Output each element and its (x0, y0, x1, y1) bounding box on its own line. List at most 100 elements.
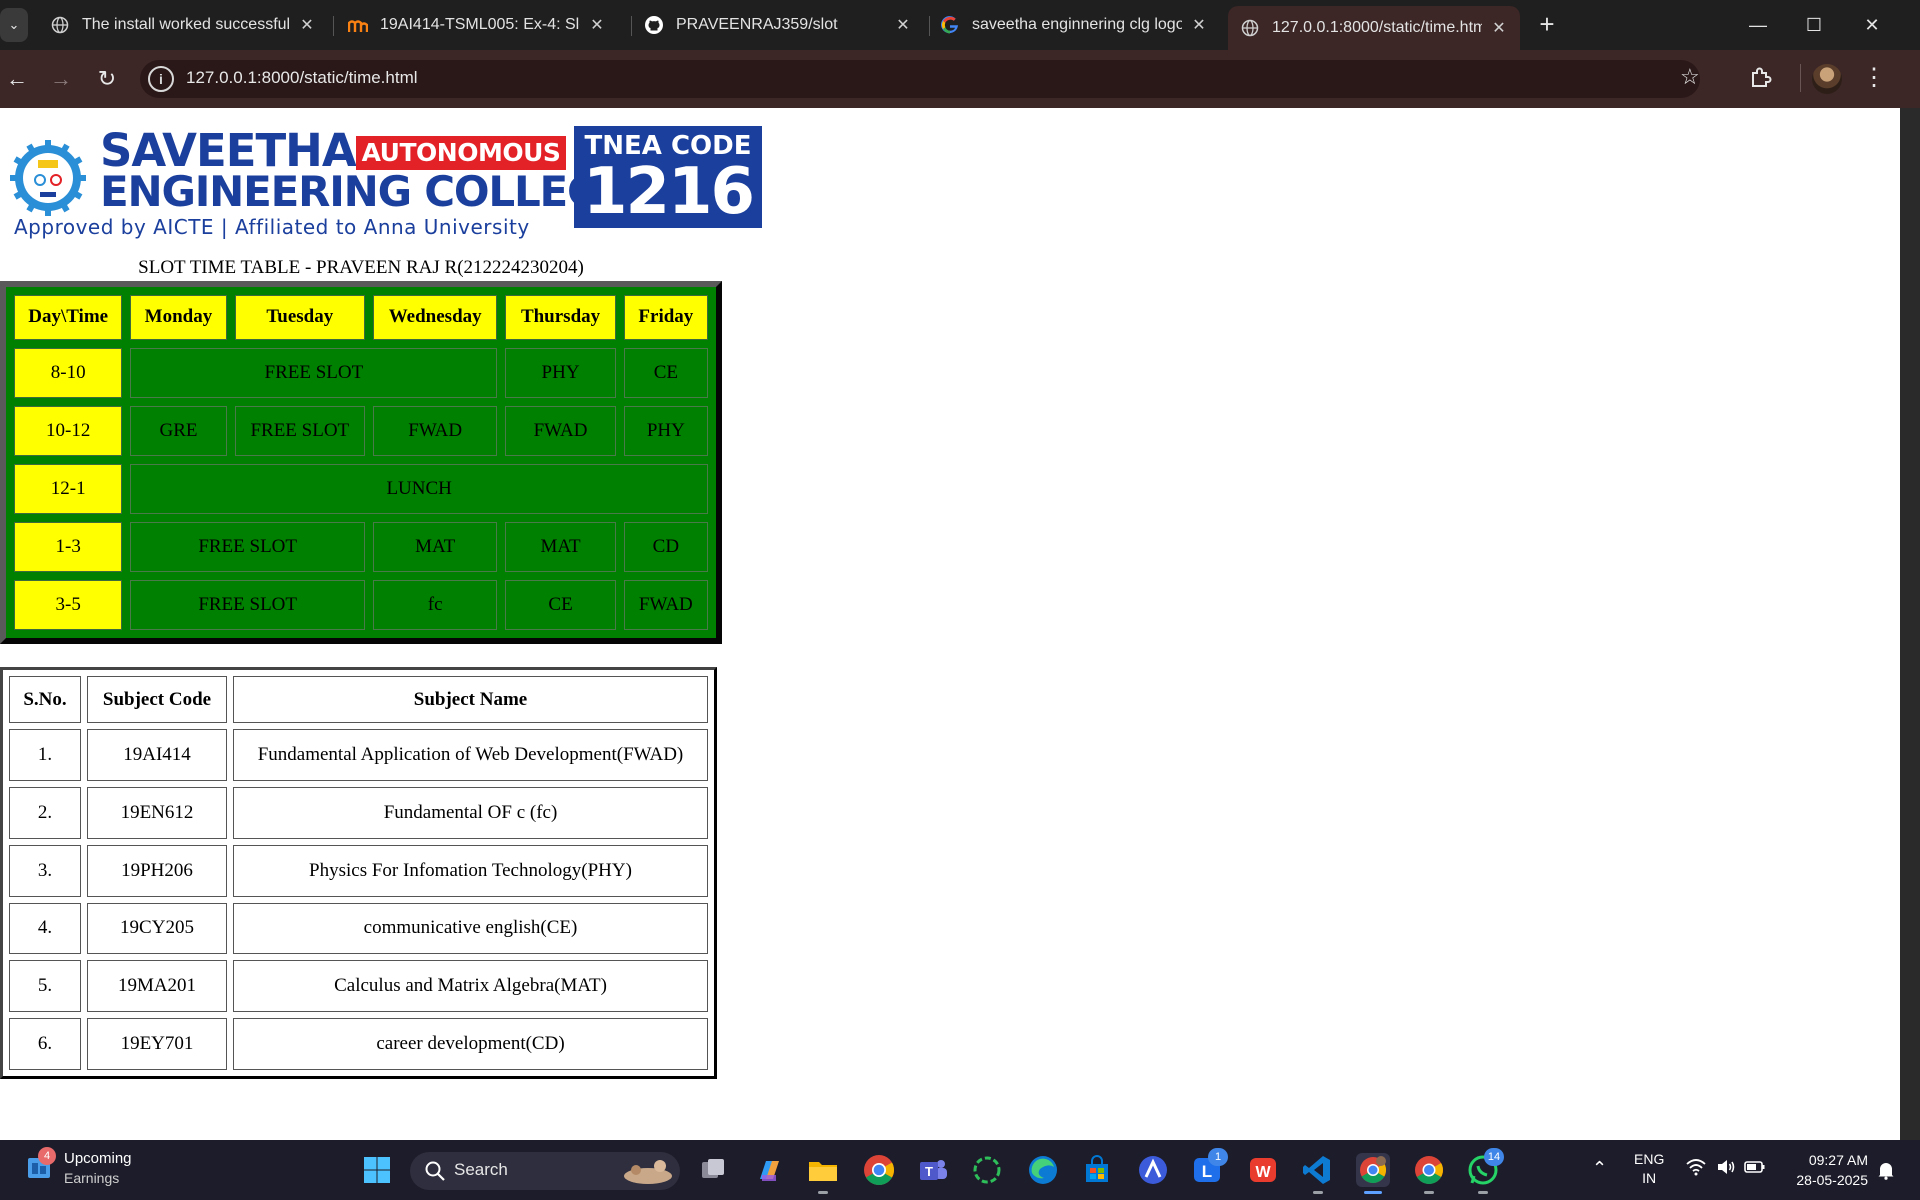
subject-sno-cell: 4. (9, 902, 81, 955)
task-view-icon[interactable] (696, 1153, 730, 1187)
moodle-icon (348, 15, 368, 35)
new-tab-button[interactable]: + (1532, 10, 1562, 40)
tab-install-worked[interactable]: The install worked successfully! ✕ (38, 6, 328, 44)
subject-code-cell: 19EN612 (87, 786, 227, 839)
time-slot-cell: 12-1 (14, 463, 123, 514)
timetable-row: 3-5 FREE SLOT fc CE FWAD (14, 579, 708, 630)
tnea-code: 1216 (582, 155, 755, 229)
subject-sno-cell: 6. (9, 1018, 81, 1070)
class-slot-cell: CE (623, 347, 708, 398)
subject-header-row: S.No. Subject Code Subject Name (9, 676, 708, 724)
news-widget-subtitle[interactable]: Earnings (64, 1170, 119, 1186)
browser-menu-icon[interactable]: ⋮ (1862, 62, 1886, 96)
copilot-icon[interactable] (752, 1153, 786, 1187)
college-logo: SAVEETHA AUTONOMOUS ENGINEERING COLLEGE … (10, 124, 762, 238)
page-viewport: SAVEETHA AUTONOMOUS ENGINEERING COLLEGE … (0, 108, 1900, 1140)
teams-icon[interactable]: T (916, 1153, 950, 1187)
class-slot-cell: CD (623, 521, 708, 572)
close-window-button[interactable]: ✕ (1852, 8, 1892, 42)
close-tab-icon[interactable]: ✕ (298, 15, 316, 35)
active-app-indicator (1364, 1191, 1382, 1194)
subject-name-cell: Fundamental Application of Web Developme… (233, 729, 708, 781)
system-clock[interactable]: 09:27 AM 28-05-2025 (1782, 1150, 1868, 1190)
subject-sno-cell: 5. (9, 960, 81, 1013)
chrome-icon[interactable] (862, 1153, 896, 1187)
start-icon[interactable] (360, 1153, 394, 1187)
tab-title: The install worked successfully! (82, 16, 290, 33)
header-tuesday: Tuesday (234, 295, 365, 340)
logo-autonomous-badge: AUTONOMOUS (356, 136, 566, 170)
close-tab-icon[interactable]: ✕ (588, 15, 606, 35)
wps-icon[interactable]: W (1246, 1153, 1280, 1187)
class-slot-cell: FREE SLOT (234, 405, 365, 456)
address-url[interactable]: 127.0.0.1:8000/static/time.html (186, 68, 418, 88)
extensions-icon[interactable] (1748, 64, 1774, 90)
subject-code-cell: 19CY205 (87, 902, 227, 955)
sync-icon[interactable] (970, 1153, 1004, 1187)
vscode-icon[interactable] (1300, 1153, 1334, 1187)
arc-icon[interactable] (1136, 1153, 1170, 1187)
subject-row: 2. 19EN612 Fundamental OF c (fc) (9, 786, 708, 839)
class-slot-cell: FREE SLOT (130, 521, 365, 572)
volume-icon[interactable] (1716, 1158, 1736, 1181)
profile-avatar[interactable] (1812, 64, 1842, 94)
header-thursday: Thursday (505, 295, 616, 340)
bookmark-star-icon[interactable]: ☆ (1680, 64, 1700, 90)
input-language[interactable]: ENG IN (1634, 1150, 1664, 1188)
close-tab-icon[interactable]: ✕ (1490, 18, 1508, 38)
class-slot-cell: PHY (623, 405, 708, 456)
wifi-icon[interactable] (1686, 1158, 1706, 1181)
running-indicator (1424, 1191, 1434, 1194)
timetable-row: 8-10 FREE SLOT PHY CE (14, 347, 708, 398)
back-button[interactable]: ← (0, 62, 34, 96)
clock-time: 09:27 AM (1808, 1152, 1868, 1168)
reload-button[interactable]: ↻ (90, 62, 124, 96)
class-slot-cell: fc (373, 579, 498, 630)
subject-name-cell: career development(CD) (233, 1018, 708, 1070)
time-slot-cell: 1-3 (14, 521, 123, 572)
svg-text:L: L (1202, 1162, 1212, 1181)
header-friday: Friday (623, 295, 708, 340)
timetable-row: 10-12 GRE FREE SLOT FWAD FWAD PHY (14, 405, 708, 456)
maximize-button[interactable]: ☐ (1794, 8, 1834, 42)
close-tab-icon[interactable]: ✕ (894, 15, 912, 35)
subject-row: 6. 19EY701 career development(CD) (9, 1018, 708, 1070)
region-code: IN (1642, 1170, 1657, 1186)
header-sno: S.No. (9, 676, 81, 724)
close-tab-icon[interactable]: ✕ (1190, 15, 1208, 35)
slot-timetable: Day\Time Monday Tuesday Wednesday Thursd… (0, 281, 722, 644)
edge-icon[interactable] (1026, 1153, 1060, 1187)
search-icon (424, 1160, 446, 1182)
site-info-icon[interactable]: i (148, 66, 174, 92)
minimize-button[interactable]: — (1738, 8, 1778, 42)
subject-name-cell: Physics For Infomation Technology(PHY) (233, 844, 708, 897)
class-slot-cell: FREE SLOT (130, 579, 365, 630)
subject-sno-cell: 3. (9, 844, 81, 897)
tab-github-slot[interactable]: PRAVEENRAJ359/slot ✕ (632, 6, 924, 44)
subject-row: 3. 19PH206 Physics For Infomation Technolo… (9, 844, 708, 897)
news-widget-title[interactable]: Upcoming (64, 1150, 132, 1167)
class-slot-cell: FREE SLOT (130, 347, 498, 398)
subject-name-cell: Calculus and Matrix Algebra(MAT) (233, 960, 708, 1013)
time-slot-cell: 8-10 (14, 347, 123, 398)
search-highlight-icon (620, 1156, 676, 1186)
battery-icon[interactable] (1744, 1158, 1766, 1181)
github-icon (644, 15, 664, 35)
tab-search-button[interactable]: ⌄ (0, 8, 28, 42)
store-icon[interactable] (1080, 1153, 1114, 1187)
tab-title: 127.0.0.1:8000/static/time.html (1272, 19, 1482, 36)
chrome-profile-icon[interactable] (1356, 1153, 1390, 1187)
chevron-up-icon[interactable]: ⌃ (1592, 1158, 1607, 1179)
subject-row: 4. 19CY205 communicative english(CE) (9, 902, 708, 955)
file-explorer-icon[interactable] (806, 1153, 840, 1187)
subject-code-cell: 19AI414 (87, 729, 227, 781)
tab-time-html[interactable]: 127.0.0.1:8000/static/time.html ✕ (1228, 6, 1520, 50)
chrome-icon-2[interactable] (1412, 1153, 1446, 1187)
tab-moodle-slot[interactable]: 19AI414-TSML005: Ex-4: Slot Ti ✕ (336, 6, 618, 44)
subject-sno-cell: 1. (9, 729, 81, 781)
tab-google-search[interactable]: saveetha enginnering clg logo ✕ (928, 6, 1220, 44)
forward-button[interactable]: → (44, 62, 78, 96)
page-scrollbar[interactable] (1900, 108, 1920, 1140)
notification-bell-icon[interactable] (1876, 1160, 1896, 1180)
lens-badge: 1 (1208, 1148, 1228, 1166)
